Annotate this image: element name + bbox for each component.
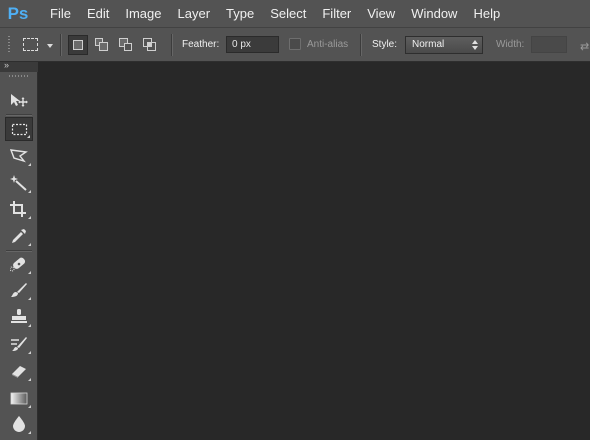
subtract-from-selection-button[interactable] [116, 35, 136, 55]
eyedropper-tool-icon [12, 229, 26, 243]
menu-image[interactable]: Image [117, 0, 169, 28]
spot-healing-brush-tool-icon [10, 257, 26, 272]
divider [360, 34, 361, 56]
flyout-indicator [28, 324, 31, 327]
clone-stamp-tool[interactable] [5, 305, 33, 329]
flyout-indicator [27, 135, 30, 138]
options-bar-grip[interactable] [8, 36, 10, 54]
options-bar: Feather: 0 px Anti-alias Style: Normal W… [0, 28, 590, 62]
eyedropper-tool[interactable] [5, 224, 33, 248]
divider [171, 34, 172, 56]
app-logo: Ps [7, 3, 29, 23]
rectangular-marquee-tool[interactable] [5, 117, 33, 141]
style-select-value: Normal [412, 39, 445, 50]
brush-tool-icon [11, 283, 27, 297]
tools-panel: » [0, 60, 38, 440]
history-brush-tool[interactable] [5, 332, 33, 356]
eraser-tool[interactable] [5, 359, 33, 383]
menu-layer[interactable]: Layer [170, 0, 219, 28]
add-to-selection-button[interactable] [92, 35, 112, 55]
flyout-indicator [28, 271, 31, 274]
tool-divider [6, 250, 32, 251]
crop-tool[interactable] [5, 197, 33, 221]
menu-edit[interactable]: Edit [79, 0, 117, 28]
flyout-indicator [28, 163, 31, 166]
tool-divider [6, 114, 32, 115]
flyout-indicator [28, 378, 31, 381]
menu-type[interactable]: Type [218, 0, 262, 28]
width-input[interactable] [531, 36, 567, 53]
flyout-indicator [28, 243, 31, 246]
lasso-tool[interactable] [5, 144, 33, 168]
up-down-arrows-icon [472, 40, 478, 50]
flyout-indicator [28, 297, 31, 300]
add-selection-icon-back [99, 42, 108, 51]
flyout-indicator [28, 431, 31, 434]
menu-help[interactable]: Help [465, 0, 508, 28]
magic-wand-tool-icon [10, 175, 27, 191]
menu-view[interactable]: View [359, 0, 403, 28]
gradient-tool[interactable] [5, 386, 33, 410]
flyout-indicator [28, 216, 31, 219]
move-tool-icon [11, 94, 28, 107]
subtract-selection-icon-cut [124, 43, 132, 51]
crop-tool-icon [10, 201, 26, 217]
tool-preset-picker[interactable] [21, 36, 53, 54]
history-brush-tool-icon [11, 337, 27, 351]
menu-items: File Edit Image Layer Type Select Filter… [42, 0, 508, 28]
anti-alias-label: Anti-alias [307, 39, 349, 50]
eraser-tool-icon [12, 366, 26, 378]
style-select[interactable]: Normal [405, 36, 483, 54]
menu-bar: Ps File Edit Image Layer Type Select Fil… [0, 0, 590, 28]
new-selection-button[interactable] [68, 35, 88, 55]
expand-panel-icon[interactable]: » [4, 60, 9, 70]
tools-panel-grip[interactable] [9, 75, 29, 77]
divider [60, 34, 61, 56]
intersect-selection-button[interactable] [140, 35, 160, 55]
spot-healing-brush-tool[interactable] [5, 252, 33, 276]
menu-filter[interactable]: Filter [314, 0, 359, 28]
blur-tool-icon [13, 416, 25, 432]
move-tool[interactable] [5, 88, 33, 112]
swap-arrow-icon[interactable]: ⇄ [580, 40, 589, 53]
width-label: Width: [496, 39, 525, 50]
menu-file[interactable]: File [42, 0, 79, 28]
flyout-indicator [28, 190, 31, 193]
lasso-tool-icon [10, 149, 28, 163]
chevron-down-icon [47, 44, 53, 48]
anti-alias-checkbox[interactable] [289, 38, 301, 50]
magic-wand-tool[interactable] [5, 171, 33, 195]
feather-input[interactable]: 0 px [226, 36, 279, 53]
menu-select[interactable]: Select [262, 0, 314, 28]
intersect-fill [148, 43, 151, 46]
marquee-preset-icon [23, 38, 38, 51]
style-label: Style: [372, 39, 398, 50]
feather-label: Feather: [182, 39, 220, 50]
menu-window[interactable]: Window [403, 0, 465, 28]
tools-panel-header[interactable]: » [0, 60, 38, 72]
new-selection-icon [73, 40, 83, 50]
clone-stamp-tool-icon [11, 309, 27, 323]
document-canvas-area[interactable] [38, 62, 590, 440]
blur-tool[interactable] [5, 412, 33, 436]
flyout-indicator [28, 405, 31, 408]
gradient-tool-icon [10, 392, 28, 405]
brush-tool[interactable] [5, 278, 33, 302]
flyout-indicator [28, 351, 31, 354]
